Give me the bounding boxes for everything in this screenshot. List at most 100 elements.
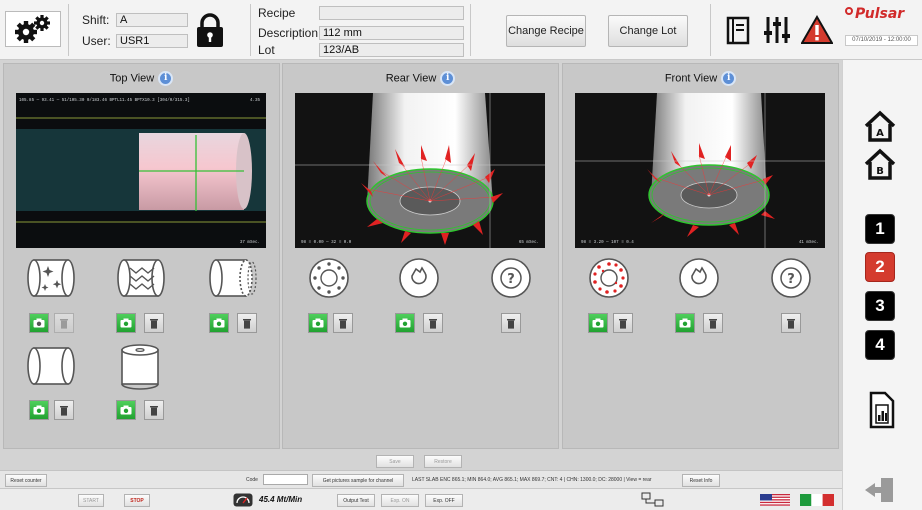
svg-text:?: ? [507, 272, 515, 287]
header-separator [68, 4, 69, 56]
channel-2-button[interactable]: 2 [865, 252, 895, 282]
camera-capture-button[interactable] [588, 313, 608, 333]
restore-button[interactable]: Restore [424, 455, 462, 468]
italy-flag-icon[interactable] [800, 494, 834, 506]
camera-capture-button[interactable] [675, 313, 695, 333]
end-spots-control[interactable] [303, 254, 355, 302]
front-view-camera[interactable]: 98 ≡ 3.20 — 107 ≡ 0.4 41 mSec. [575, 93, 825, 248]
camera-icon [33, 318, 45, 328]
camera-image: 98 ≡ 3.20 — 107 ≡ 0.4 41 mSec. [575, 93, 825, 248]
lock-icon [197, 13, 223, 47]
delete-button[interactable] [501, 313, 521, 333]
us-flag-icon[interactable] [760, 494, 790, 506]
home-b-icon[interactable]: B [863, 147, 897, 181]
question-circle-icon: ? [771, 258, 811, 298]
svg-text:A: A [876, 128, 884, 139]
manual-book-button[interactable] [721, 13, 755, 47]
channel-1-button[interactable]: 1 [865, 214, 895, 244]
settings-button[interactable] [5, 11, 61, 47]
surface-defect-control[interactable] [24, 254, 76, 302]
delete-button[interactable] [144, 313, 164, 333]
core-shape-control[interactable] [393, 254, 445, 302]
front-view-panel: Front View i 98 ≡ 3.20 — 107 ≡ 0.4 41 mS… [562, 63, 839, 449]
line-speed: 45.4 Mt/Min [259, 495, 303, 504]
delete-button[interactable] [423, 313, 443, 333]
delete-button[interactable] [703, 313, 723, 333]
lot-label: Lot [258, 43, 275, 57]
camera-capture-button[interactable] [209, 313, 229, 333]
reset-info-button[interactable]: Reset Info [682, 474, 720, 487]
delete-button[interactable] [237, 313, 257, 333]
channel-3-button[interactable]: 3 [865, 291, 895, 321]
get-pictures-button[interactable]: Get pictures sample for channel [312, 474, 404, 487]
stop-button[interactable]: STOP [124, 494, 150, 507]
alarm-button[interactable] [800, 13, 834, 47]
sliders-button[interactable] [760, 13, 794, 47]
reset-counter-button[interactable]: Reset counter [5, 474, 47, 487]
camera-capture-button[interactable] [308, 313, 328, 333]
lot-field: 123/AB [319, 43, 464, 57]
start-button[interactable]: START [78, 494, 104, 507]
wrinkle-control[interactable] [114, 254, 166, 302]
top-view-camera[interactable]: 105.85 — 93.41 — 51/105.30 0/183.46 BPTL… [16, 93, 266, 248]
overlay-measure-text: 98 ≡ 0.00 — 32 ≡ 0.0 [301, 240, 352, 245]
change-lot-button[interactable]: Change Lot [608, 15, 688, 47]
exp-off-button[interactable]: Exp. OFF [425, 494, 463, 507]
panel-title: Rear View i [283, 71, 558, 86]
diameter-control[interactable] [24, 342, 76, 390]
trash-icon [60, 319, 68, 329]
trash-icon [619, 319, 627, 329]
unknown-defect-control[interactable]: ? [765, 254, 817, 302]
save-button[interactable]: Save [376, 455, 414, 468]
delete-button[interactable] [333, 313, 353, 333]
delete-button[interactable] [781, 313, 801, 333]
change-recipe-button[interactable]: Change Recipe [506, 15, 586, 47]
shift-label: Shift: [82, 13, 110, 27]
trash-icon [243, 319, 251, 329]
roll-side-icon [27, 347, 75, 385]
top-view-panel: Top View i 105.85 — 93.41 — 51/105.30 0/… [3, 63, 280, 449]
info-icon[interactable]: i [440, 71, 456, 86]
trash-icon [339, 319, 347, 329]
camera-icon [679, 318, 691, 328]
output-test-button[interactable]: Output Test [337, 494, 375, 507]
delete-button[interactable] [144, 400, 164, 420]
rear-view-camera[interactable]: 98 ≡ 0.00 — 32 ≡ 0.0 65 mSec. [295, 93, 545, 248]
info-icon[interactable]: i [721, 71, 737, 86]
channel-4-button[interactable]: 4 [865, 330, 895, 360]
roll-end-dots-icon [589, 258, 629, 298]
panel-title: Front View i [563, 71, 838, 86]
camera-capture-button[interactable] [29, 313, 49, 333]
info-icon[interactable]: i [158, 71, 174, 86]
exp-on-button[interactable]: Exp. ON [381, 494, 419, 507]
end-spots-control-active[interactable] [583, 254, 635, 302]
delete-button[interactable] [613, 313, 633, 333]
report-icon[interactable] [865, 391, 897, 429]
recipe-label: Recipe [258, 6, 296, 20]
camera-capture-button[interactable] [29, 400, 49, 420]
camera-capture-button[interactable] [116, 400, 136, 420]
overlay-top-right-text: 4.35 [250, 99, 261, 103]
speedometer-icon [233, 493, 253, 507]
overlay-measure-text: 98 ≡ 3.20 — 107 ≡ 0.4 [581, 240, 634, 245]
edge-control[interactable] [206, 254, 258, 302]
code-input[interactable] [263, 474, 308, 485]
shift-field: A [116, 13, 188, 27]
unknown-defect-control[interactable]: ? [485, 254, 537, 302]
brand-mark-icon [845, 7, 853, 15]
core-shape-control[interactable] [673, 254, 725, 302]
height-control[interactable] [114, 342, 166, 390]
home-a-icon[interactable]: A [863, 109, 897, 143]
delete-button[interactable] [54, 313, 74, 333]
lock-button[interactable] [193, 12, 227, 48]
description-field: 112 mm [319, 26, 464, 40]
roll-core-shape-icon [679, 258, 719, 298]
brand-name: Pulsar [855, 6, 905, 22]
trash-icon [429, 319, 437, 329]
info-bar: Reset counter Code Get pictures sample f… [0, 470, 842, 488]
delete-button[interactable] [54, 400, 74, 420]
camera-capture-button[interactable] [116, 313, 136, 333]
logout-icon[interactable] [863, 475, 897, 505]
panel-title-text: Front View [664, 72, 718, 85]
camera-capture-button[interactable] [395, 313, 415, 333]
